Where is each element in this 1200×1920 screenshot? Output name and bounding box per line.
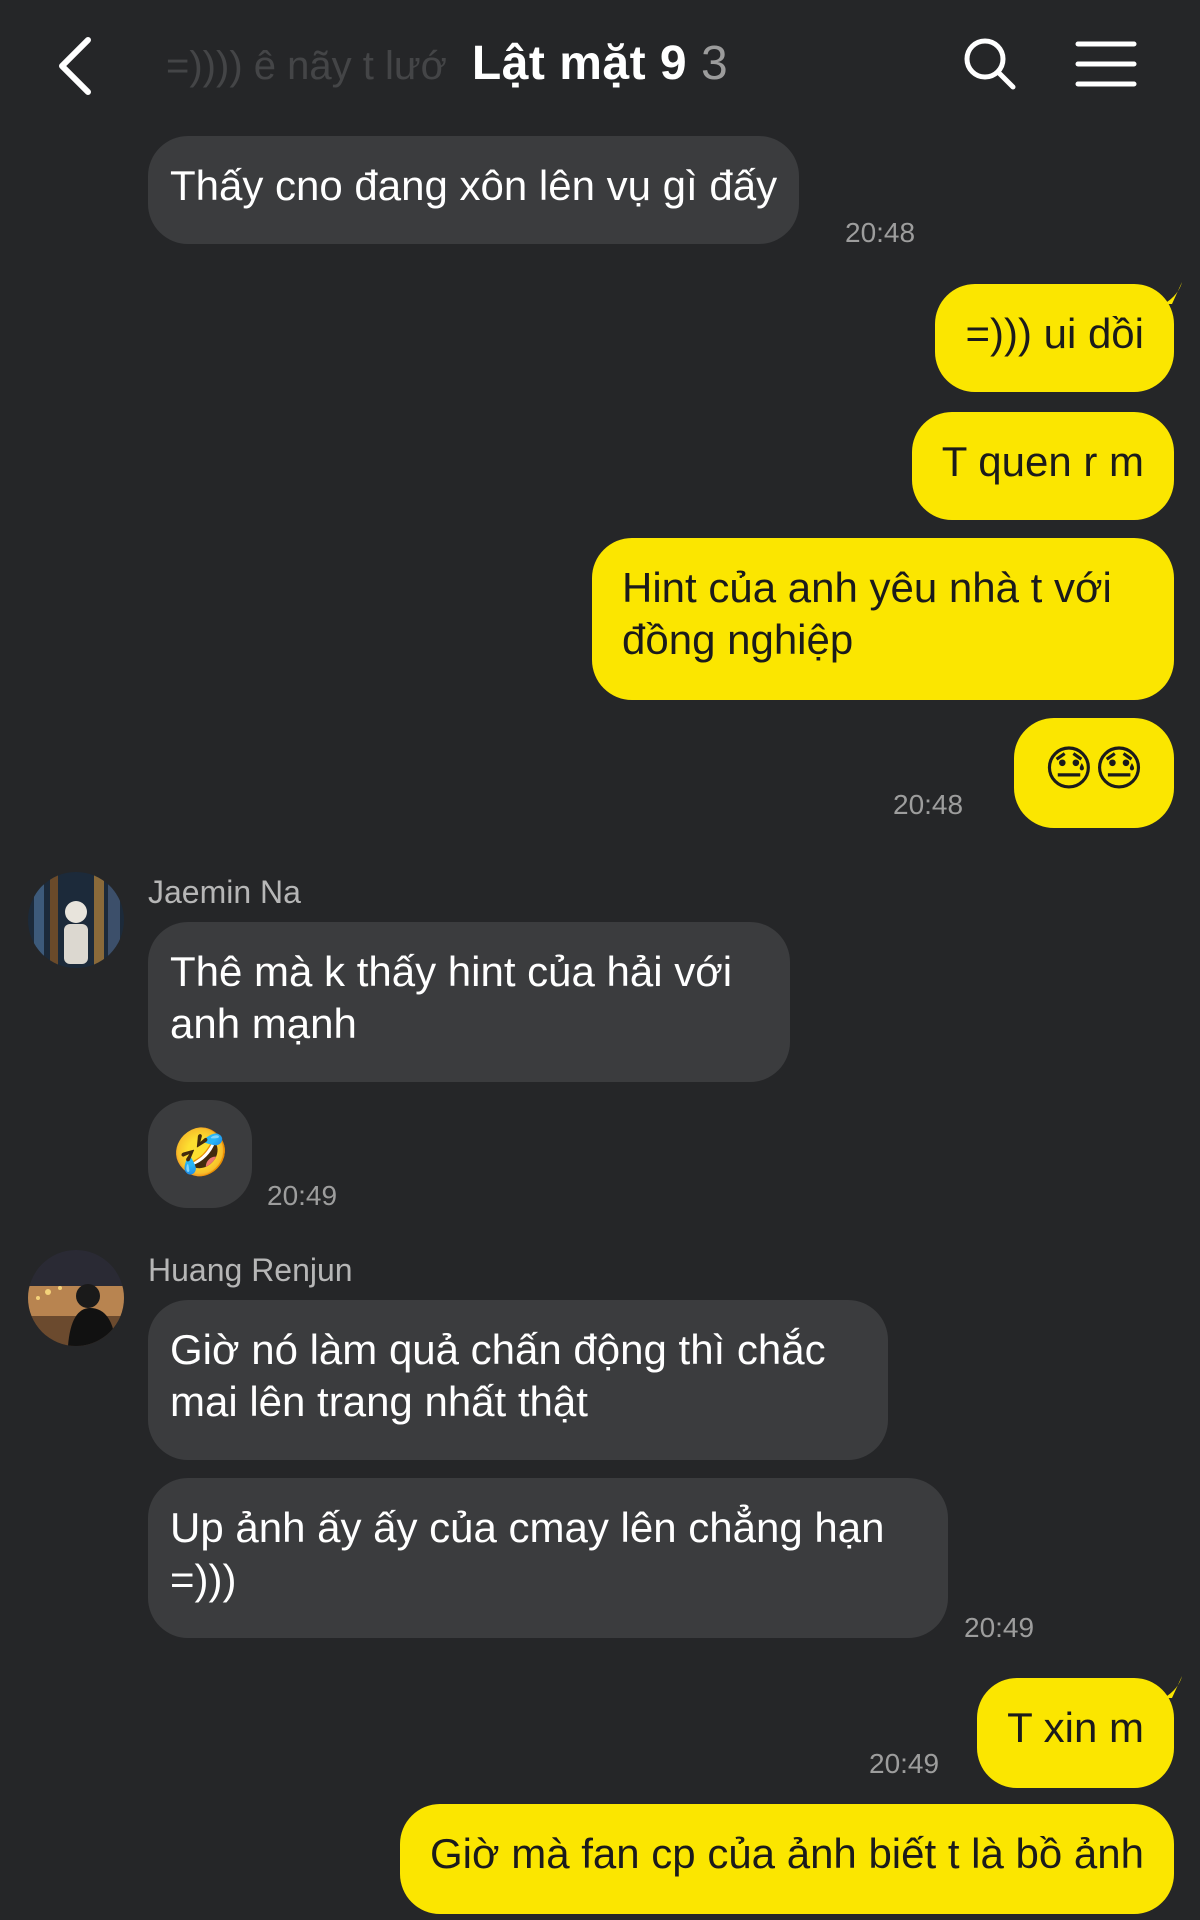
message-time: 20:48 [893, 789, 964, 820]
message-bubble-outgoing[interactable]: =))) ui dồi [935, 284, 1174, 392]
message-bubble-outgoing[interactable]: T quen r m [911, 412, 1174, 520]
message-time: 20:48 [845, 217, 916, 248]
emoji-downcast-sweat-icon: 😓😓 [1043, 743, 1144, 796]
message-time: 20:49 [869, 1748, 940, 1779]
message-bubble-incoming[interactable]: Up ảnh ấy ấy của cmay lên chẳng hạn =))) [148, 1478, 948, 1638]
bubble-tail [1164, 1676, 1182, 1698]
search-button[interactable] [960, 34, 1020, 94]
message-text: Giờ nó làm quả chấn động thì chắc mai lê… [170, 1326, 826, 1425]
avatar-photo [28, 1250, 124, 1346]
hamburger-menu-icon [1075, 41, 1137, 87]
member-count: 3 [700, 37, 729, 90]
message-bubble-incoming[interactable]: 🤣 [148, 1100, 252, 1208]
message-text: Thấy cno đang xôn lên vụ gì đấy [170, 162, 778, 209]
sender-name: Huang Renjun [148, 1252, 353, 1288]
message-text: T xin m [1007, 1704, 1144, 1751]
chat-screen: =)))) ê nãy t lướ Lật mặt 9 3 Thấy cno đ… [0, 0, 1200, 1920]
chat-header: =)))) ê nãy t lướ Lật mặt 9 3 [0, 0, 1200, 132]
message-text: Thê mà k thấy hint của hải với anh mạnh [170, 948, 733, 1047]
message-time: 20:49 [267, 1180, 338, 1211]
message-bubble-outgoing[interactable]: T xin m [977, 1678, 1174, 1788]
search-icon [964, 38, 1016, 90]
message-bubble-incoming[interactable]: Thấy cno đang xôn lên vụ gì đấy [148, 136, 800, 244]
message-text: Up ảnh ấy ấy của cmay lên chẳng hạn =))) [170, 1504, 885, 1603]
avatar-photo [28, 872, 124, 968]
message-bubble-outgoing[interactable]: 😓😓 [1013, 718, 1174, 828]
menu-button[interactable] [1074, 38, 1138, 90]
message-time: 20:49 [964, 1612, 1035, 1643]
group-name: Lật mặt 9 [471, 37, 688, 90]
message-text: Hint của anh yêu nhà t với đồng nghiệp [622, 564, 1112, 663]
sender-name: Jaemin Na [148, 874, 301, 910]
message-text: =))) ui dồi [965, 310, 1144, 357]
message-text: T quen r m [941, 438, 1144, 485]
avatar-huang-renjun[interactable] [28, 1250, 124, 1346]
message-bubble-incoming[interactable]: Thê mà k thấy hint của hải với anh mạnh [148, 922, 790, 1082]
message-bubble-outgoing[interactable]: Giờ mà fan cp của ảnh biết t là bồ ảnh [400, 1804, 1174, 1914]
message-bubble-incoming[interactable]: Giờ nó làm quả chấn động thì chắc mai lê… [148, 1300, 888, 1460]
emoji-rolling-laughing-icon: 🤣 [172, 1126, 230, 1178]
avatar-jaemin-na[interactable] [28, 872, 124, 968]
message-text: Giờ mà fan cp của ảnh biết t là bồ ảnh [430, 1830, 1144, 1877]
chat-title: Lật mặt 9 3 [0, 36, 1200, 91]
bubble-tail [1164, 282, 1182, 304]
message-bubble-outgoing[interactable]: Hint của anh yêu nhà t với đồng nghiệp [592, 538, 1174, 700]
